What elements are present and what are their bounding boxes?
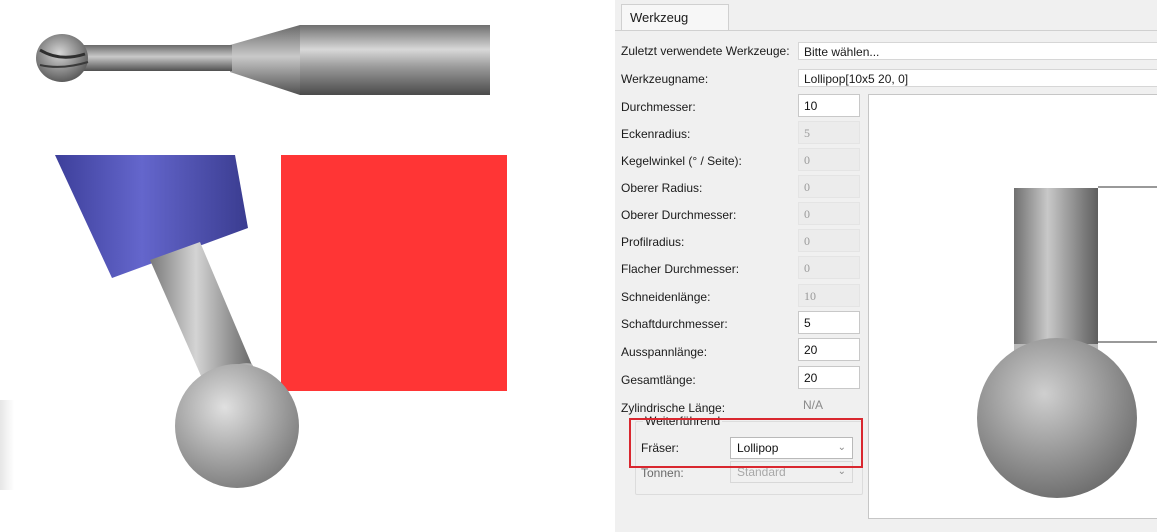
tab-divider bbox=[615, 30, 1157, 31]
field-label: Kegelwinkel (° / Seite): bbox=[621, 154, 742, 168]
field-label: Oberer Radius: bbox=[621, 181, 703, 195]
tool-neck bbox=[150, 242, 252, 385]
tool-dialog: Werkzeug Zuletzt verwendete Werkzeuge: B… bbox=[615, 0, 1157, 532]
field-label: Zylindrische Länge: bbox=[621, 401, 726, 415]
ball-head bbox=[175, 364, 299, 488]
field-label: Oberer Durchmesser: bbox=[621, 208, 737, 222]
highlight-box bbox=[629, 418, 863, 468]
taper-angle-input: 0 bbox=[798, 148, 860, 171]
ball-end-mill-image bbox=[36, 25, 490, 95]
field-label: Profilradius: bbox=[621, 235, 685, 249]
diameter-input[interactable]: 10 bbox=[798, 94, 860, 117]
field-label: Schaftdurchmesser: bbox=[621, 317, 728, 331]
profile-radius-input: 0 bbox=[798, 229, 860, 252]
flat-diameter-input: 0 bbox=[798, 256, 860, 279]
cylindrical-length-value: N/A bbox=[803, 398, 824, 412]
image-edge-shade bbox=[0, 400, 14, 490]
total-length-input[interactable]: 20 bbox=[798, 366, 860, 389]
upper-radius-input: 0 bbox=[798, 175, 860, 198]
field-label: Gesamtlänge: bbox=[621, 373, 696, 387]
tab-werkzeug[interactable]: Werkzeug bbox=[621, 4, 729, 30]
upper-diameter-input: 0 bbox=[798, 202, 860, 225]
field-label: Durchmesser: bbox=[621, 100, 696, 114]
cutting-length-input: 10 bbox=[798, 284, 860, 307]
field-label: Flacher Durchmesser: bbox=[621, 262, 740, 276]
stock-block bbox=[281, 155, 507, 391]
field-label: Schneidenlänge: bbox=[621, 290, 711, 304]
simulation-view bbox=[55, 155, 507, 488]
recent-tools-label: Zuletzt verwendete Werkzeuge: bbox=[621, 44, 790, 58]
tool-name-field[interactable]: Lollipop[10x5 20, 0] bbox=[798, 69, 1157, 87]
corner-radius-input: 5 bbox=[798, 121, 860, 144]
tool-preview bbox=[868, 94, 1157, 519]
overhang-length-input[interactable]: 20 bbox=[798, 338, 860, 361]
field-label: Eckenradius: bbox=[621, 127, 691, 141]
barrel-label: Tonnen: bbox=[641, 466, 684, 480]
shank-diameter-input[interactable]: 5 bbox=[798, 311, 860, 334]
field-label: Ausspannlänge: bbox=[621, 345, 708, 359]
tool-name-label: Werkzeugname: bbox=[621, 72, 709, 86]
recent-tools-select[interactable]: Bitte wählen... bbox=[798, 42, 1157, 60]
